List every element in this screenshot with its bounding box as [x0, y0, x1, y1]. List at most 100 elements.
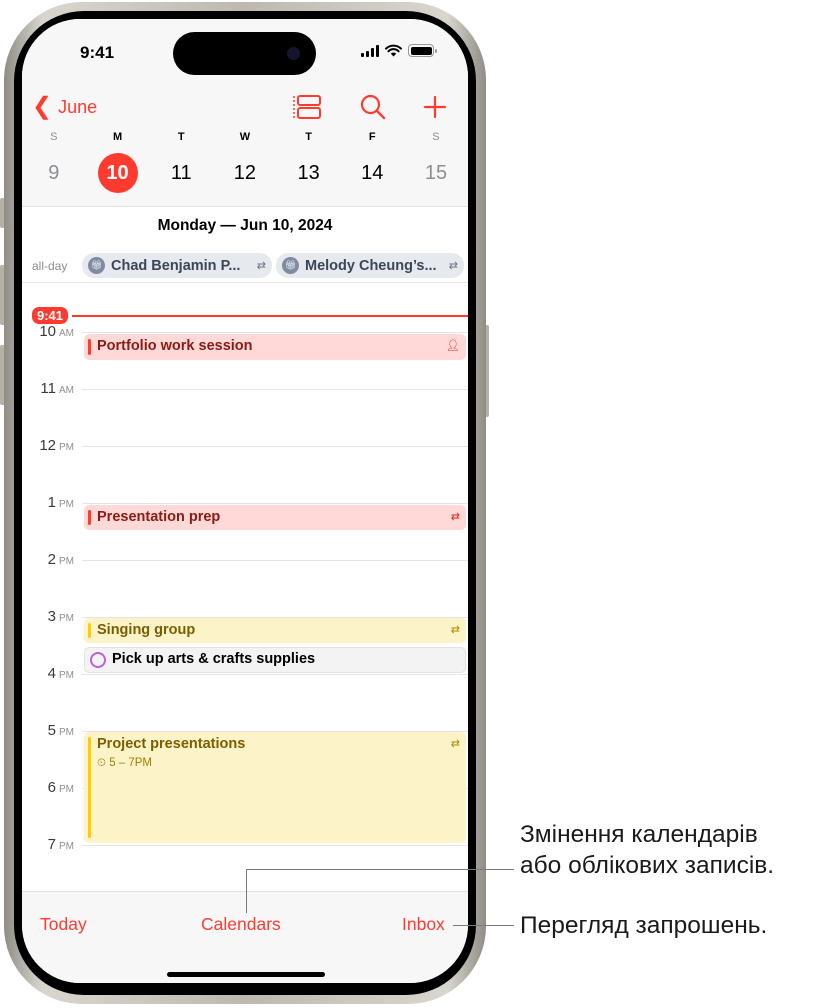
hour-number: 5 [47, 722, 56, 739]
callout-calendars-line1: Змінення календарів [520, 821, 758, 848]
selected-day[interactable]: 10 [97, 153, 138, 193]
day-column: S9 [22, 131, 86, 193]
event-portfolio-work-session[interactable]: Portfolio work session 👤︎ [84, 334, 466, 360]
back-label: June [58, 96, 98, 117]
all-day-event-title: Melody Cheung’s... [305, 257, 437, 274]
all-day-event[interactable]: 🎁︎ Chad Benjamin P... ⇄ [82, 253, 272, 278]
event-presentation-prep[interactable]: Presentation prep ⇄ [84, 505, 466, 530]
weekday-letter: M [112, 131, 123, 143]
list-view-icon [293, 95, 321, 119]
reminder-title: Pick up arts & crafts supplies [112, 651, 316, 667]
hour-label: 6 PM [22, 779, 74, 796]
current-time-line [72, 315, 468, 317]
search-icon [360, 94, 386, 120]
status-icons [361, 44, 437, 57]
inbox-button[interactable]: Inbox [402, 914, 445, 935]
hour-label: 1 PM [22, 494, 74, 511]
callout-leader-inbox [453, 925, 514, 926]
event-color-bar [88, 339, 91, 355]
day-number[interactable]: 12 [225, 153, 265, 193]
clock-icon: ⏲︎ [97, 757, 106, 769]
week-strip: S 9 M 10 T 11 W 12 T 13 F 14 S 15 [22, 131, 468, 193]
hour-number: 6 [47, 779, 56, 796]
hour-ampm: AM [59, 385, 74, 396]
hour-gridline [82, 845, 468, 846]
callout-inbox-text: Перегляд запрошень. [520, 912, 768, 939]
hour-number: 1 [47, 494, 56, 511]
day-column: S 15 [404, 131, 468, 193]
event-title: Presentation prep [97, 509, 221, 525]
hour-ampm: PM [59, 613, 74, 624]
callout-leader-calendars [246, 869, 247, 913]
hour-label: 7 PM [22, 836, 74, 853]
event-time-text: 5 – 7PM [109, 757, 153, 769]
event-title: Project presentations [97, 736, 246, 752]
cellular-signal-icon [361, 44, 379, 57]
hour-number: 3 [47, 608, 56, 625]
hour-label: 3 PM [22, 608, 74, 625]
hour-number: 11 [40, 380, 56, 397]
repeat-icon: ⇄ [450, 511, 460, 523]
weekday-letter: S [432, 131, 440, 143]
calendars-button[interactable]: Calendars [201, 914, 281, 935]
all-day-event[interactable]: 🎁︎ Melody Cheung’s... ⇄ [276, 253, 464, 278]
weekday-letter: S [50, 131, 58, 143]
hour-ampm: PM [59, 556, 74, 567]
status-time: 9:41 [80, 43, 115, 62]
repeat-icon: ⇄ [450, 738, 460, 750]
hour-ampm: PM [59, 841, 74, 852]
day-number[interactable]: 15 [416, 153, 456, 193]
hour-label: 12 PM [22, 437, 74, 454]
hour-gridline [82, 389, 468, 390]
add-icon [423, 95, 447, 119]
event-color-bar [88, 510, 91, 525]
bottom-toolbar: Today Calendars Inbox [22, 891, 468, 983]
hour-gridline [82, 560, 468, 561]
all-day-label: all-day [32, 259, 68, 273]
repeat-icon: ⇄ [450, 624, 460, 636]
add-event-button[interactable] [418, 91, 452, 123]
all-day-row: all-day 🎁︎ Chad Benjamin P... ⇄ 🎁︎ Melod… [22, 251, 468, 283]
day-number[interactable]: 11 [161, 153, 201, 193]
day-title: Monday — Jun 10, 2024 [157, 217, 333, 234]
event-title: Singing group [97, 622, 196, 638]
event-project-presentations[interactable]: Project presentations ⏲︎ 5 – 7PM ⇄ [84, 732, 466, 843]
day-column: M 10 [86, 131, 150, 193]
day-number[interactable]: 14 [352, 153, 392, 193]
hour-ampm: PM [59, 784, 74, 795]
reminder-checkbox[interactable] [90, 652, 106, 668]
list-view-button[interactable] [290, 91, 324, 123]
hour-number: 10 [39, 323, 56, 340]
hour-ampm: PM [59, 442, 74, 453]
hour-number: 7 [47, 836, 56, 853]
hour-label: 5 PM [22, 722, 74, 739]
wifi-icon [385, 44, 402, 57]
day-number[interactable]: 13 [289, 153, 329, 193]
weekday-letter: F [368, 131, 376, 143]
hour-ampm: PM [59, 727, 74, 738]
hour-number: 4 [47, 665, 56, 682]
day-number[interactable]: 9 [34, 153, 74, 193]
hour-ampm: PM [59, 670, 74, 681]
weekday-letter: T [177, 131, 185, 143]
search-button[interactable] [356, 91, 390, 123]
back-to-month-button[interactable]: ❮ June [32, 95, 97, 119]
hour-gridline [82, 446, 468, 447]
callout-calendars-text: Змінення календарів або облікових записі… [520, 819, 774, 881]
home-indicator[interactable] [167, 972, 325, 977]
hour-label: 11 AM [22, 380, 74, 397]
today-button[interactable]: Today [40, 914, 87, 935]
hour-number: 2 [47, 551, 56, 568]
reminder-pick-up-supplies[interactable]: Pick up arts & crafts supplies [84, 647, 466, 673]
event-singing-group[interactable]: Singing group ⇄ [84, 618, 466, 643]
gift-icon: 🎁︎ [88, 257, 105, 274]
screen: 9:41 ❮ June S 9 M 10 T 11 W 12 T 13 F 14… [22, 19, 468, 983]
status-bar: 9:41 [22, 19, 468, 81]
hour-ampm: AM [59, 328, 74, 339]
event-color-bar [88, 737, 91, 838]
repeat-icon: ⇄ [448, 260, 458, 272]
hour-label: 2 PM [22, 551, 74, 568]
gift-icon: 🎁︎ [282, 257, 299, 274]
hour-number: 12 [39, 437, 56, 454]
day-column: F 14 [340, 131, 404, 193]
